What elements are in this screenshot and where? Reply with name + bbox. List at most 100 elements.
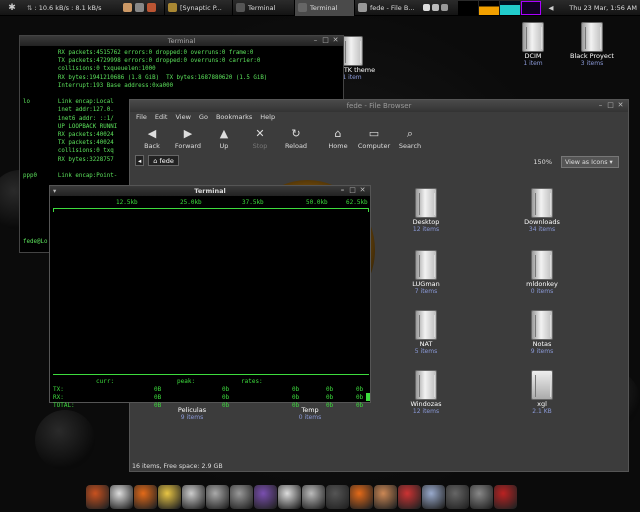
bandwidth-r2: 0b bbox=[326, 386, 334, 393]
forward-arrow-icon: ▶ bbox=[183, 127, 193, 140]
terminal-line: Interrupt:193 Base address:0xa000 bbox=[23, 82, 174, 89]
package-icon[interactable] bbox=[123, 3, 132, 12]
document-icon[interactable] bbox=[182, 484, 205, 509]
app-icon[interactable] bbox=[147, 3, 156, 12]
gimp-icon[interactable] bbox=[206, 484, 229, 509]
task-terminal[interactable]: Terminal bbox=[232, 0, 294, 16]
lamp-icon[interactable] bbox=[158, 484, 181, 509]
toggle-location-button[interactable]: ◂ bbox=[135, 154, 145, 166]
nvu-icon[interactable] bbox=[254, 484, 277, 509]
file-label: LUGman bbox=[412, 280, 440, 288]
terminal-window-bandwidth[interactable]: ▾ Terminal – □ ✕ 12.5kb 25.0kb 37.5kb 50… bbox=[49, 185, 371, 409]
home-icon: ⌂ bbox=[334, 127, 342, 140]
stop-button[interactable]: ✕ Stop bbox=[242, 128, 278, 151]
home-button[interactable]: ⌂ Home bbox=[320, 127, 356, 151]
disk-icon[interactable] bbox=[110, 484, 133, 509]
file-item-notas[interactable]: Notas 9 items bbox=[512, 310, 572, 355]
menu-file[interactable]: File bbox=[136, 113, 147, 121]
chevron-down-icon: ▾ bbox=[609, 159, 613, 166]
computer-icon: ▭ bbox=[368, 127, 380, 140]
media-icon[interactable] bbox=[326, 484, 349, 509]
cursor bbox=[366, 393, 370, 401]
trash-icon[interactable] bbox=[446, 484, 469, 509]
close-icon[interactable]: ✕ bbox=[359, 187, 366, 194]
media-player-icon[interactable] bbox=[494, 484, 517, 509]
menu-edit[interactable]: Edit bbox=[155, 113, 168, 121]
music-icon[interactable] bbox=[278, 484, 301, 509]
ubuntu-icon[interactable] bbox=[86, 484, 109, 509]
scale-label: 62.5kb bbox=[346, 199, 368, 206]
windows-icon[interactable] bbox=[422, 484, 445, 509]
folder-icon bbox=[358, 3, 367, 12]
window-titlebar[interactable]: fede - File Browser – □ ✕ bbox=[130, 100, 628, 112]
folder-icon bbox=[415, 188, 437, 218]
maximize-icon[interactable]: □ bbox=[607, 102, 614, 109]
firefox-icon[interactable] bbox=[134, 484, 157, 509]
file-label: Notas bbox=[532, 340, 552, 348]
workspace-switcher[interactable] bbox=[420, 0, 458, 16]
menu-view[interactable]: View bbox=[175, 113, 190, 121]
desktop-icon-dcim[interactable]: DCIM 1 item bbox=[503, 22, 563, 67]
scale-label: 37.5kb bbox=[242, 199, 264, 206]
reload-button[interactable]: ↻ Reload bbox=[278, 128, 314, 151]
computer-button[interactable]: ▭ Computer bbox=[356, 127, 392, 151]
close-icon[interactable]: ✕ bbox=[617, 102, 624, 109]
view-mode-select[interactable]: View as Icons ▾ bbox=[561, 156, 619, 168]
menu-button[interactable]: ✱ bbox=[0, 0, 24, 16]
window-menu-icon[interactable]: ▾ bbox=[53, 186, 56, 196]
menu-bookmarks[interactable]: Bookmarks bbox=[216, 113, 252, 121]
file-size: 2.1 KB bbox=[532, 408, 552, 415]
back-button[interactable]: ◀ Back bbox=[134, 128, 170, 151]
maximize-icon[interactable]: □ bbox=[322, 37, 329, 44]
minimize-icon[interactable]: – bbox=[597, 102, 604, 109]
clock[interactable]: Thu 23 Mar, 1:56 AM bbox=[560, 0, 640, 16]
maximize-icon[interactable]: □ bbox=[349, 187, 356, 194]
folder-icon bbox=[415, 250, 437, 280]
desktop-icon-count: 3 items bbox=[580, 60, 604, 67]
file-item-desktop[interactable]: Desktop 12 items bbox=[396, 188, 456, 233]
file-item-mldonkey[interactable]: mldonkey 0 items bbox=[512, 250, 572, 295]
disc-icon[interactable] bbox=[302, 484, 325, 509]
power-icon[interactable] bbox=[470, 484, 493, 509]
path-button-fede[interactable]: ⌂ fede bbox=[148, 154, 179, 166]
up-button[interactable]: ▲ Up bbox=[206, 128, 242, 151]
task-terminal-active[interactable]: Terminal bbox=[294, 0, 354, 16]
header-rates: rates: bbox=[241, 378, 263, 385]
network-icon: ⇅ bbox=[27, 3, 33, 12]
tools-icon[interactable] bbox=[398, 484, 421, 509]
file-item-downloads[interactable]: Downloads 34 items bbox=[512, 188, 572, 233]
system-monitor[interactable] bbox=[458, 0, 542, 16]
window-titlebar[interactable]: Terminal – □ ✕ bbox=[20, 36, 343, 46]
forward-button[interactable]: ▶ Forward bbox=[170, 127, 206, 151]
file-icon bbox=[531, 370, 553, 400]
search-button[interactable]: ⌕ Search bbox=[392, 128, 428, 151]
minimize-icon[interactable]: – bbox=[339, 187, 346, 194]
tool-label: Back bbox=[144, 142, 160, 150]
task-synaptic[interactable]: [Synaptic P... bbox=[164, 0, 232, 16]
window-titlebar[interactable]: ▾ Terminal – □ ✕ bbox=[50, 186, 370, 196]
file-item-peliculas[interactable]: Peliculas 9 items bbox=[162, 406, 222, 421]
file-item-nat[interactable]: NAT 5 items bbox=[396, 310, 456, 355]
hand-icon[interactable] bbox=[230, 484, 253, 509]
folder-icon bbox=[415, 310, 437, 340]
file-count: 9 items bbox=[180, 414, 204, 421]
home-icon[interactable] bbox=[374, 484, 397, 509]
menu-go[interactable]: Go bbox=[199, 113, 208, 121]
load-graph bbox=[521, 0, 541, 15]
file-item-xgl[interactable]: xgl 2.1 KB bbox=[512, 370, 572, 415]
file-item-windozas[interactable]: Windozas 12 items bbox=[396, 370, 456, 415]
firefox-icon[interactable] bbox=[350, 484, 373, 509]
volume-button[interactable]: ◀ bbox=[542, 0, 560, 16]
menu-help[interactable]: Help bbox=[260, 113, 275, 121]
terminal-icon[interactable] bbox=[135, 3, 144, 12]
workspace-icon bbox=[423, 4, 430, 11]
bandwidth-monitor[interactable]: 12.5kb 25.0kb 37.5kb 50.0kb 62.5kb curr:… bbox=[50, 196, 370, 409]
close-icon[interactable]: ✕ bbox=[332, 37, 339, 44]
file-label: Desktop bbox=[412, 218, 440, 226]
minimize-icon[interactable]: – bbox=[312, 37, 319, 44]
file-item-lugman[interactable]: LUGman 7 items bbox=[396, 250, 456, 295]
task-file-browser[interactable]: fede - File B... bbox=[354, 0, 420, 16]
terminal-icon bbox=[236, 3, 245, 12]
zoom-level[interactable]: 150% bbox=[533, 158, 552, 166]
desktop-icon-black-proyect[interactable]: Black Proyect 3 items bbox=[562, 22, 622, 67]
